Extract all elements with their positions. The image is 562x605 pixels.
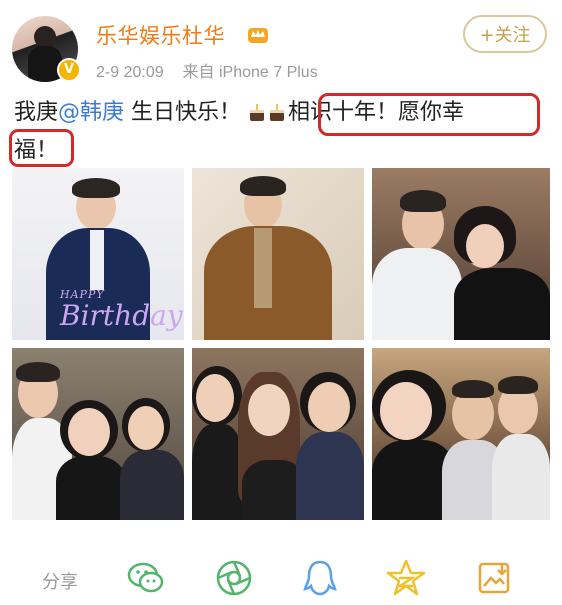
author-name[interactable]: 乐华娱乐杜华: [96, 20, 225, 50]
person-hair: [240, 176, 286, 196]
post-timestamp: 2-9 20:09: [96, 64, 164, 81]
crown-badge-icon: [248, 28, 268, 43]
person-body: [56, 456, 126, 520]
follow-button[interactable]: +关注: [463, 15, 547, 53]
post-text-before: 我庚: [14, 100, 59, 125]
verified-badge-icon: V: [57, 58, 81, 82]
person-face: [68, 408, 110, 456]
share-bar: 分享: [0, 548, 562, 605]
post-text-birthday: 生日快乐！: [124, 100, 242, 125]
avatar-body: [28, 46, 62, 82]
person-hair: [16, 362, 60, 382]
person-body: [454, 268, 550, 340]
person-hair: [72, 178, 120, 198]
birthday-caption-big: Birthday!: [60, 299, 184, 332]
person-shirt: [372, 248, 462, 340]
wechat-icon[interactable]: [126, 558, 166, 598]
photo-thumbnail[interactable]: HAPPY Birthday!: [12, 168, 184, 340]
photo-thumbnail[interactable]: [192, 348, 364, 520]
person-face: [128, 406, 164, 450]
photo-thumbnail[interactable]: [192, 168, 364, 340]
person-face: [466, 224, 504, 268]
person-shirt: [492, 434, 550, 520]
person-body: [192, 424, 244, 520]
post-header: V 乐华娱乐杜华 2-9 20:09 来自 iPhone 7 Plus +关注: [0, 0, 562, 90]
photo-thumbnail[interactable]: [372, 168, 550, 340]
person-face: [308, 382, 350, 432]
share-label: 分享: [42, 572, 78, 593]
person-face: [196, 374, 234, 422]
mention-link[interactable]: @韩庚: [58, 100, 124, 125]
qzone-icon[interactable]: [386, 558, 426, 598]
person-hair: [400, 190, 446, 212]
qq-icon[interactable]: [300, 558, 340, 598]
photo-thumbnail[interactable]: [372, 348, 550, 520]
cake-emoji-icon: [250, 104, 265, 121]
person-face: [380, 382, 432, 440]
person-face: [248, 384, 290, 436]
post-meta: 2-9 20:09 来自 iPhone 7 Plus: [96, 58, 318, 82]
person-body: [296, 432, 364, 520]
person-hair: [452, 380, 494, 398]
person-hair: [498, 376, 538, 394]
scarf: [254, 228, 272, 308]
avatar-head: [34, 26, 56, 48]
photo-grid: HAPPY Birthday!: [12, 168, 550, 520]
save-image-icon[interactable]: [474, 558, 514, 598]
birthday-caption: HAPPY Birthday!: [60, 288, 184, 331]
cake-emoji-icon: [270, 104, 285, 121]
shirt: [90, 230, 104, 290]
moments-icon[interactable]: [214, 558, 254, 598]
person-body: [120, 450, 184, 520]
highlight-box: [9, 129, 74, 167]
post-source: 来自 iPhone 7 Plus: [182, 64, 318, 81]
photo-thumbnail[interactable]: [12, 348, 184, 520]
highlight-box: [318, 93, 540, 136]
